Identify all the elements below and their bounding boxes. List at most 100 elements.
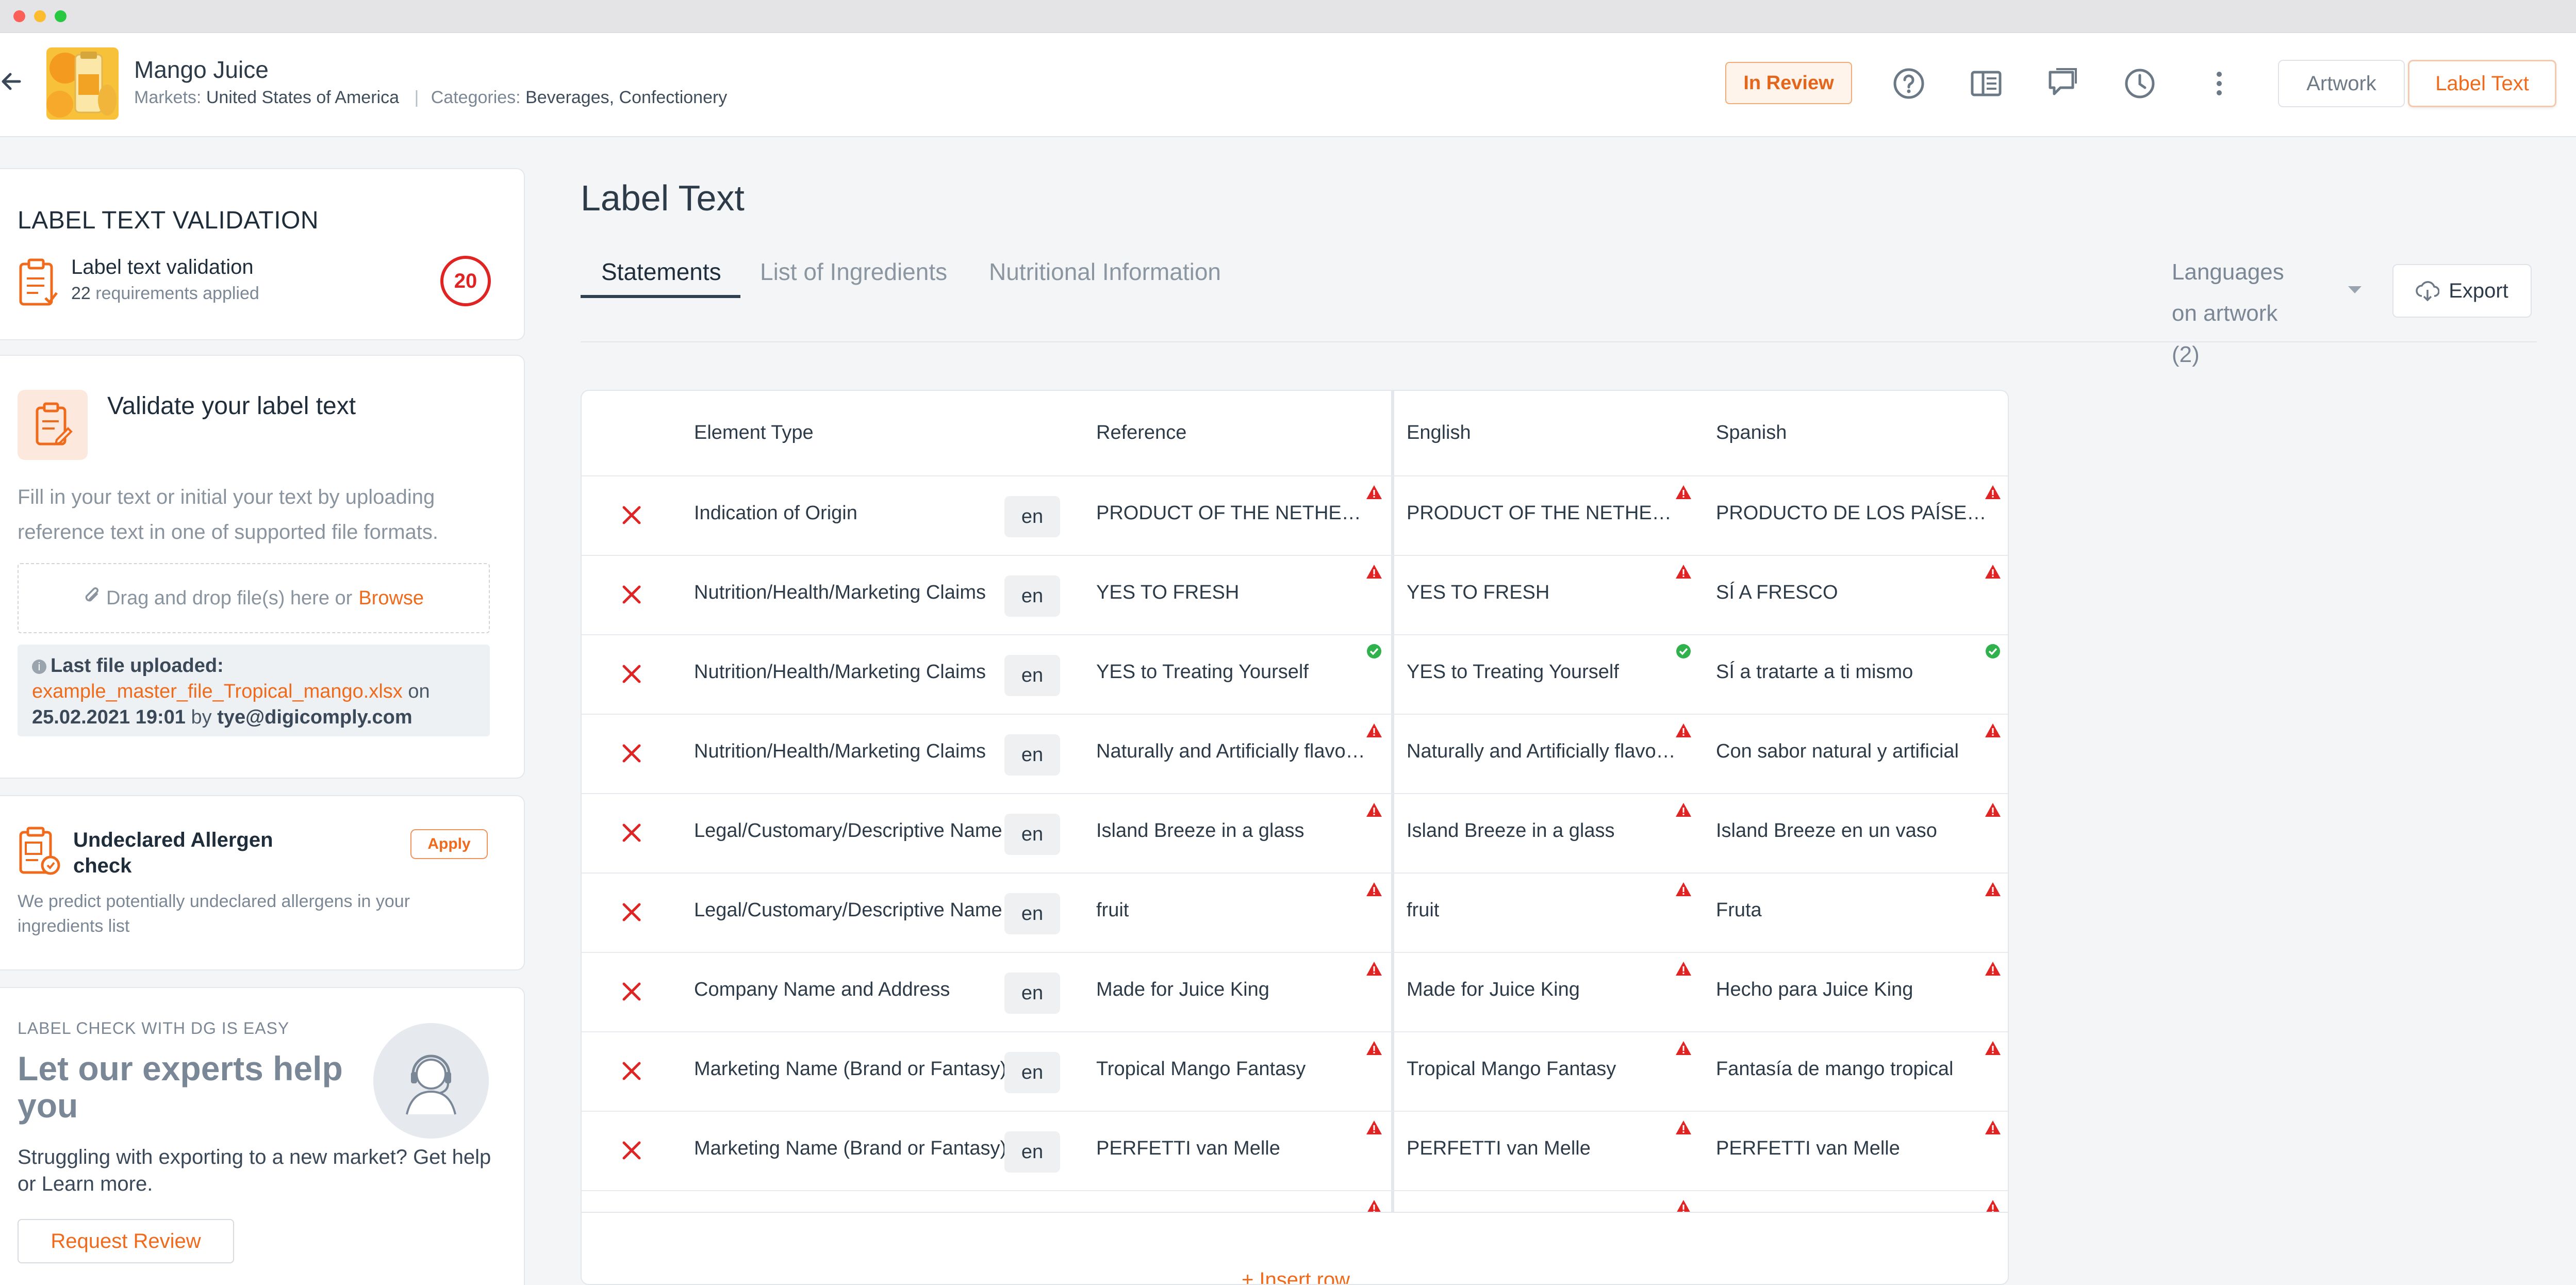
language-badge[interactable]: en (1004, 575, 1060, 617)
warning-icon[interactable] (1365, 563, 1383, 581)
spanish-cell[interactable]: Fruta (1716, 899, 1989, 921)
remove-row-icon[interactable] (620, 1139, 643, 1162)
warning-icon[interactable] (1365, 801, 1383, 819)
reference-cell[interactable]: YES to Treating Yourself (1096, 661, 1369, 683)
warning-icon[interactable] (1984, 960, 2002, 978)
table-row[interactable]: Company Name and Address en Made for Juice… (582, 952, 2008, 1031)
spanish-cell[interactable]: Island Breeze en un vaso (1716, 820, 1989, 842)
tab-statements[interactable]: Statements (601, 258, 721, 286)
reference-cell[interactable]: PRODUCT OF THE NETHERLANDS (1096, 502, 1369, 524)
remove-row-icon[interactable] (620, 583, 643, 606)
warning-icon[interactable] (1365, 960, 1383, 978)
validation-score-badge[interactable]: 20 (440, 256, 491, 306)
tab-nutritional-information[interactable]: Nutritional Information (989, 258, 1221, 286)
warning-icon[interactable] (1675, 881, 1692, 898)
table-row[interactable]: Marketing Name (Brand or Fantasy) en PERFE… (582, 1111, 2008, 1190)
spanish-cell[interactable]: SÍ A FRESCO (1716, 582, 1989, 604)
insert-row-button[interactable]: + Insert row (582, 1268, 2008, 1284)
english-cell[interactable]: YES TO FRESH (1407, 582, 1680, 604)
table-row[interactable]: Nutrition/Health/Marketing Claims en YES t… (582, 634, 2008, 714)
reference-cell[interactable]: PERFETTI van Melle (1096, 1138, 1369, 1160)
language-badge[interactable]: en (1004, 655, 1060, 696)
table-row[interactable]: Nutrition/Health/Marketing Claims en YES T… (582, 555, 2008, 634)
warning-icon[interactable] (1365, 881, 1383, 898)
warning-icon[interactable] (1984, 563, 2002, 581)
english-cell[interactable]: Naturally and Artificially flavored (1407, 740, 1680, 763)
warning-icon[interactable] (1675, 722, 1692, 739)
english-cell[interactable]: Tropical Mango Fantasy (1407, 1058, 1680, 1080)
reference-cell[interactable]: YES TO FRESH (1096, 582, 1369, 604)
language-badge[interactable]: en (1004, 1052, 1060, 1093)
language-badge[interactable]: en (1004, 496, 1060, 537)
warning-icon[interactable] (1675, 484, 1692, 501)
apply-button[interactable]: Apply (410, 829, 488, 859)
table-row[interactable]: Nutrition/Health/Marketing Claims en Natur… (582, 714, 2008, 793)
check-circle-icon[interactable] (1365, 642, 1383, 660)
remove-row-icon[interactable] (620, 821, 643, 845)
sidebar-panel-icon[interactable] (1970, 67, 2003, 100)
warning-icon[interactable] (1675, 1119, 1692, 1136)
warning-icon[interactable] (1984, 722, 2002, 739)
table-row[interactable]: Indication of Origin en PRODUCT OF THE NET… (582, 475, 2008, 555)
language-badge[interactable]: en (1004, 973, 1060, 1014)
artwork-tab-button[interactable]: Artwork (2278, 60, 2405, 107)
english-cell[interactable]: PRODUCT OF THE NETHERLANDS (1407, 502, 1680, 524)
spanish-cell[interactable]: PRODUCTO DE LOS PAÍSES BAJOS (1716, 502, 1989, 524)
english-cell[interactable]: fruit (1407, 899, 1680, 921)
reference-cell[interactable]: Tropical Mango Fantasy (1096, 1058, 1369, 1080)
table-row[interactable]: Marketing Name (Brand or Fantasy) en Tropi… (582, 1031, 2008, 1111)
history-icon[interactable] (2123, 67, 2156, 100)
language-badge[interactable]: en (1004, 893, 1060, 934)
remove-row-icon[interactable] (620, 900, 643, 924)
warning-icon[interactable] (1675, 960, 1692, 978)
warning-icon[interactable] (1365, 1119, 1383, 1136)
warning-icon[interactable] (1984, 1119, 2002, 1136)
language-badge[interactable]: en (1004, 814, 1060, 855)
spanish-cell[interactable]: Hecho para Juice King (1716, 979, 1989, 1001)
warning-icon[interactable] (1675, 801, 1692, 819)
spanish-cell[interactable]: Fantasía de mango tropical (1716, 1058, 1989, 1080)
more-icon[interactable] (2203, 67, 2236, 100)
reference-cell[interactable]: Island Breeze in a glass (1096, 820, 1369, 842)
check-circle-icon[interactable] (1984, 642, 2002, 660)
warning-icon[interactable] (1984, 801, 2002, 819)
remove-row-icon[interactable] (620, 503, 643, 527)
warning-icon[interactable] (1675, 1040, 1692, 1057)
export-button[interactable]: Export (2392, 264, 2532, 318)
label-text-tab-button[interactable]: Label Text (2408, 60, 2556, 107)
warning-icon[interactable] (1984, 484, 2002, 501)
remove-row-icon[interactable] (620, 742, 643, 765)
remove-row-icon[interactable] (620, 1059, 643, 1083)
table-row[interactable]: Legal/Customary/Descriptive Name en Island… (582, 793, 2008, 872)
english-cell[interactable]: YES to Treating Yourself (1407, 661, 1680, 683)
window-maximize-button[interactable] (55, 10, 67, 22)
english-cell[interactable]: Made for Juice King (1407, 979, 1680, 1001)
warning-icon[interactable] (1984, 881, 2002, 898)
spanish-cell[interactable]: Con sabor natural y artificial (1716, 740, 1989, 763)
spanish-cell[interactable]: SÍ a tratarte a ti mismo (1716, 661, 1989, 683)
tab-list-of-ingredients[interactable]: List of Ingredients (760, 258, 947, 286)
languages-select[interactable]: Languages on artwork (2) (2172, 252, 2285, 375)
remove-row-icon[interactable] (620, 662, 643, 686)
back-arrow-icon[interactable] (1, 70, 22, 93)
warning-icon[interactable] (1365, 722, 1383, 739)
reference-cell[interactable]: Made for Juice King (1096, 979, 1369, 1001)
reference-cell[interactable]: fruit (1096, 899, 1369, 921)
english-cell[interactable]: PERFETTI van Melle (1407, 1138, 1680, 1160)
chevron-down-icon[interactable] (2347, 285, 2363, 295)
warning-icon[interactable] (1675, 563, 1692, 581)
window-minimize-button[interactable] (34, 10, 46, 22)
remove-row-icon[interactable] (620, 980, 643, 1003)
language-badge[interactable]: en (1004, 1131, 1060, 1173)
warning-icon[interactable] (1365, 484, 1383, 501)
reference-cell[interactable]: Naturally and Artificially flavored (1096, 740, 1369, 763)
browse-link[interactable]: Browse (358, 587, 424, 609)
warning-icon[interactable] (1365, 1040, 1383, 1057)
spanish-cell[interactable]: PERFETTI van Melle (1716, 1138, 1989, 1160)
help-icon[interactable] (1892, 67, 1925, 100)
window-close-button[interactable] (13, 10, 25, 22)
comments-icon[interactable] (2046, 67, 2079, 100)
file-dropzone[interactable]: Drag and drop file(s) here or Browse (18, 563, 490, 633)
language-badge[interactable]: en (1004, 734, 1060, 776)
english-cell[interactable]: Island Breeze in a glass (1407, 820, 1680, 842)
